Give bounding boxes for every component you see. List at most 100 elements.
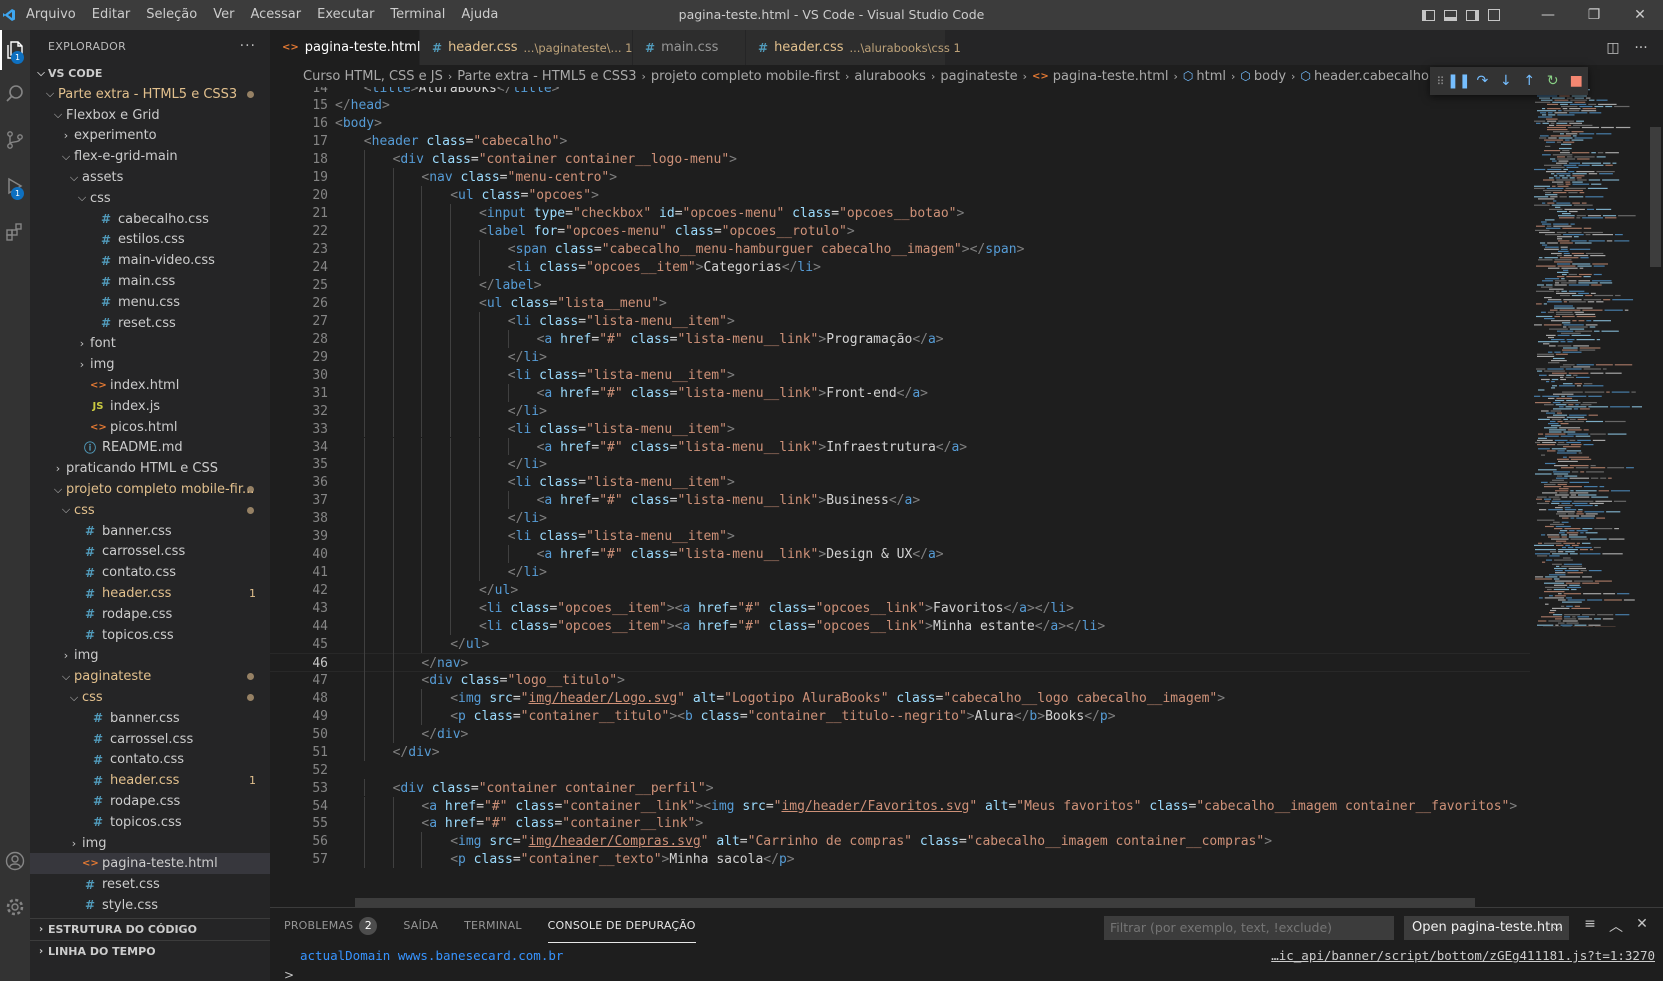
code-line[interactable]: 24 <li class="opcoes__item">Categorias</l… bbox=[270, 258, 1530, 277]
code-line[interactable]: 15 </head> bbox=[270, 96, 1530, 115]
stop-icon[interactable]: ■ bbox=[1564, 73, 1587, 89]
tree-item[interactable]: ⌵ assets bbox=[30, 167, 270, 188]
panel-tab[interactable]: SAÍDA bbox=[403, 908, 438, 943]
word-wrap-icon[interactable]: ≡ bbox=[1577, 916, 1603, 936]
toggle-primary-sidebar-icon[interactable] bbox=[1417, 0, 1439, 30]
code-line[interactable]: 17 <header class="cabecalho"> bbox=[270, 132, 1530, 151]
code-line[interactable]: 36 <li class="lista-menu__item"> bbox=[270, 473, 1530, 492]
split-editor-icon[interactable]: ◫ bbox=[1599, 40, 1627, 56]
extensions-icon[interactable] bbox=[0, 212, 30, 252]
tree-item[interactable]: JS index.js bbox=[30, 396, 270, 417]
close-window-button[interactable]: ✕ bbox=[1617, 0, 1663, 30]
tree-item[interactable]: › praticando HTML e CSS bbox=[30, 458, 270, 479]
step-over-icon[interactable]: ↷ bbox=[1471, 73, 1494, 89]
panel-tab[interactable]: TERMINAL bbox=[464, 908, 522, 943]
tree-item[interactable]: ⌵ Flexbox e Grid bbox=[30, 105, 270, 126]
panel-tab[interactable]: CONSOLE DE DEPURAÇÃO bbox=[547, 908, 696, 943]
breadcrumb-item[interactable]: pagina-teste.html bbox=[1053, 69, 1169, 84]
breadcrumb-item[interactable]: body bbox=[1254, 69, 1286, 84]
tree-item[interactable]: # header.css 1 bbox=[30, 770, 270, 791]
tree-item[interactable]: # reset.css bbox=[30, 313, 270, 334]
pause-icon[interactable]: ❚❚ bbox=[1447, 73, 1470, 89]
code-line[interactable]: 34 <a href="#" class="lista-menu__link">I… bbox=[270, 438, 1530, 457]
toggle-panel-icon[interactable] bbox=[1439, 0, 1461, 30]
tree-item[interactable]: # main-video.css bbox=[30, 250, 270, 271]
code-line[interactable]: 23 <span class="cabecalho__menu-hamburgue… bbox=[270, 240, 1530, 259]
tree-item[interactable]: # contato.css bbox=[30, 562, 270, 583]
vertical-scrollbar[interactable] bbox=[1648, 87, 1663, 907]
restart-icon[interactable]: ↻ bbox=[1541, 73, 1564, 89]
tree-item[interactable]: # banner.css bbox=[30, 521, 270, 542]
tree-item[interactable]: › experimento bbox=[30, 126, 270, 147]
code-line[interactable]: 30 <li class="lista-menu__item"> bbox=[270, 366, 1530, 385]
panel-tab[interactable]: PROBLEMAS 2 bbox=[284, 908, 378, 943]
code-line[interactable]: 21 <input type="checkbox" id="opcoes-menu… bbox=[270, 204, 1530, 223]
code-line[interactable]: 42 </ul> bbox=[270, 581, 1530, 600]
toggle-secondary-sidebar-icon[interactable] bbox=[1461, 0, 1483, 30]
code-line[interactable]: 43 <li class="opcoes__item"><a href="#" c… bbox=[270, 599, 1530, 618]
code-line[interactable]: 32 </li> bbox=[270, 402, 1530, 421]
tree-item[interactable]: ⌵ flex-e-grid-main bbox=[30, 146, 270, 167]
code-line[interactable]: 19 <nav class="menu-centro"> bbox=[270, 168, 1530, 187]
code-line[interactable]: 28 <a href="#" class="lista-menu__link">P… bbox=[270, 330, 1530, 349]
code-line[interactable]: 33 <li class="lista-menu__item"> bbox=[270, 420, 1530, 439]
code-line[interactable]: 39 <li class="lista-menu__item"> bbox=[270, 527, 1530, 546]
tree-item[interactable]: # reset.css bbox=[30, 874, 270, 895]
tree-item[interactable]: # style.css bbox=[30, 895, 270, 916]
code-line[interactable]: 25 </label> bbox=[270, 276, 1530, 295]
run-debug-icon[interactable]: 1 bbox=[0, 166, 30, 206]
code-line[interactable]: 31 <a href="#" class="lista-menu__link">F… bbox=[270, 384, 1530, 403]
breadcrumb-item[interactable]: html bbox=[1196, 69, 1226, 84]
breadcrumb-item[interactable]: Parte extra - HTML5 e CSS3 bbox=[457, 69, 636, 84]
code-line[interactable]: 53 <div class="container container__perfi… bbox=[270, 779, 1530, 798]
menu-0[interactable]: Arquivo bbox=[18, 0, 84, 30]
code-line[interactable]: 40 <a href="#" class="lista-menu__link">D… bbox=[270, 545, 1530, 564]
tree-item[interactable]: # estilos.css bbox=[30, 230, 270, 251]
menu-1[interactable]: Editar bbox=[84, 0, 139, 30]
manage-gear-icon[interactable] bbox=[0, 887, 30, 927]
explorer-more-actions-icon[interactable]: ··· bbox=[240, 38, 256, 54]
debug-session-select[interactable]: Open pagina-teste.htm ⌵ bbox=[1404, 916, 1569, 940]
editor-tab[interactable]: # header.css ...\alurabooks\css 1 bbox=[746, 30, 961, 65]
code-line[interactable]: 27 <li class="lista-menu__item"> bbox=[270, 312, 1530, 331]
workspace-root[interactable]: ⌵ VS CODE bbox=[30, 62, 270, 84]
menu-7[interactable]: Ajuda bbox=[453, 0, 506, 30]
tree-item[interactable]: › img bbox=[30, 646, 270, 667]
code-line[interactable]: 54 <a href="#" class="container__link"><i… bbox=[270, 797, 1530, 816]
console-prompt[interactable]: > bbox=[284, 968, 294, 981]
tree-item[interactable]: <> picos.html bbox=[30, 417, 270, 438]
code-line[interactable]: 49 <p class="container__titulo"><b class=… bbox=[270, 707, 1530, 726]
tree-item[interactable]: # contato.css bbox=[30, 750, 270, 771]
customize-layout-icon[interactable] bbox=[1483, 0, 1505, 30]
tree-item[interactable]: <> index.html bbox=[30, 375, 270, 396]
code-line[interactable]: 37 <a href="#" class="lista-menu__link">B… bbox=[270, 491, 1530, 510]
code-line[interactable]: 41 </li> bbox=[270, 563, 1530, 582]
minimap[interactable] bbox=[1530, 87, 1648, 907]
restore-button[interactable]: ❐ bbox=[1571, 0, 1617, 30]
vertical-scrollbar-thumb[interactable] bbox=[1650, 127, 1661, 267]
breadcrumb-item[interactable]: alurabooks bbox=[854, 69, 926, 84]
tree-item[interactable]: › img bbox=[30, 833, 270, 854]
close-panel-icon[interactable]: ✕ bbox=[1629, 916, 1655, 936]
tree-item[interactable]: ⌵ Parte extra - HTML5 e CSS3 bbox=[30, 84, 270, 105]
code-line[interactable]: 35 </li> bbox=[270, 455, 1530, 474]
code-line[interactable]: 47 <div class="logo__titulo"> bbox=[270, 671, 1530, 690]
menu-5[interactable]: Executar bbox=[309, 0, 382, 30]
tree-item[interactable]: # menu.css bbox=[30, 292, 270, 313]
code-line[interactable]: 45 </ul> bbox=[270, 635, 1530, 654]
code-line[interactable]: 22 <label for="opcoes-menu" class="opcoes… bbox=[270, 222, 1530, 241]
tree-item[interactable]: # rodape.css bbox=[30, 604, 270, 625]
code-line[interactable]: 52 bbox=[270, 761, 1530, 780]
code-line[interactable]: 44 <li class="opcoes__item"><a href="#" c… bbox=[270, 617, 1530, 636]
breadcrumb-item[interactable]: Curso HTML, CSS e JS bbox=[303, 69, 443, 84]
editor-tab[interactable]: # main.css bbox=[633, 30, 746, 65]
code-line[interactable]: 38 </li> bbox=[270, 509, 1530, 528]
code-line[interactable]: 50 </div> bbox=[270, 725, 1530, 744]
more-actions-icon[interactable]: ··· bbox=[1627, 40, 1655, 56]
tree-item[interactable]: # header.css 1 bbox=[30, 583, 270, 604]
console-filter-input[interactable] bbox=[1104, 916, 1394, 940]
menu-2[interactable]: Seleção bbox=[138, 0, 205, 30]
tree-item[interactable]: # main.css bbox=[30, 271, 270, 292]
tree-item[interactable]: ⌵ paginateste bbox=[30, 666, 270, 687]
tree-item[interactable]: › img bbox=[30, 354, 270, 375]
